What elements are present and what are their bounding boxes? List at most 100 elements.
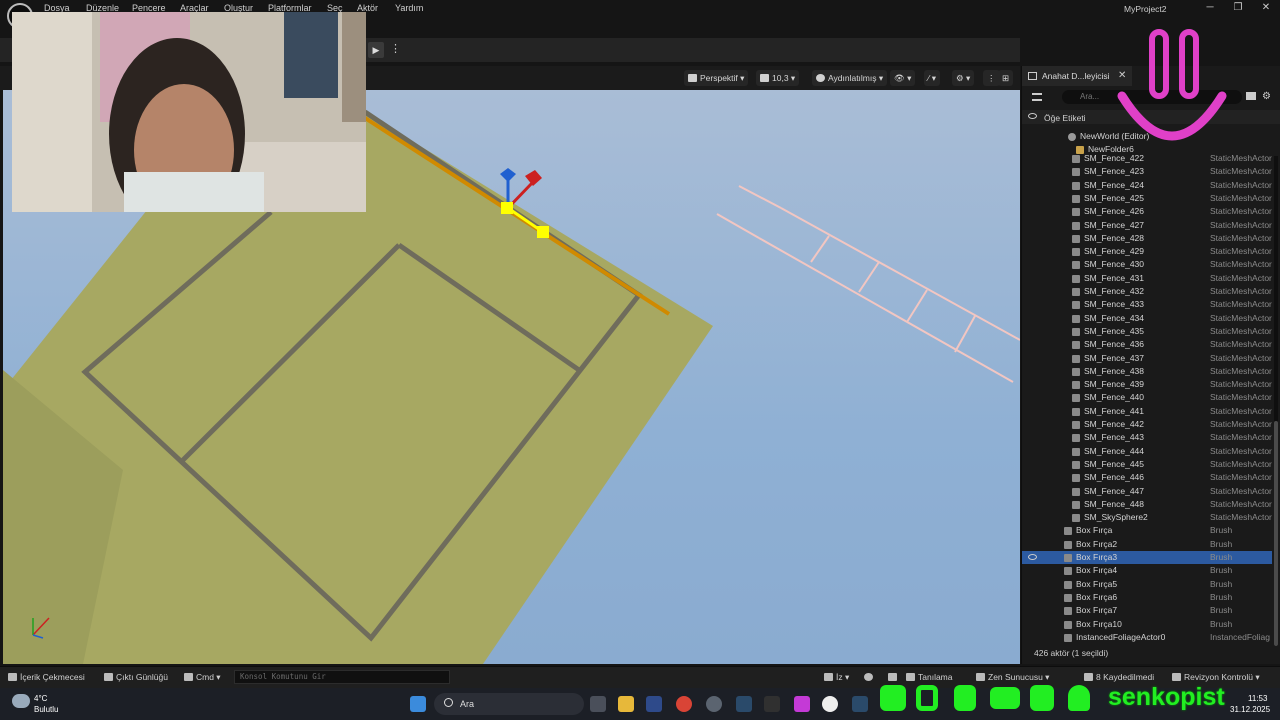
- add-folder-icon[interactable]: [1246, 92, 1256, 100]
- outliner-row[interactable]: Box Fırça2 Brush: [1022, 538, 1272, 551]
- outliner-row[interactable]: SM_Fence_439 StaticMeshActor: [1022, 378, 1272, 391]
- outliner-row[interactable]: SM_Fence_430 StaticMeshActor: [1022, 258, 1272, 271]
- mail-icon[interactable]: [646, 696, 662, 712]
- like-icon: [1030, 685, 1054, 711]
- viewport-layout-icon[interactable]: ⊞: [998, 70, 1014, 86]
- chrome-icon[interactable]: [676, 696, 692, 712]
- task-view-icon[interactable]: [590, 696, 606, 712]
- outliner-row-type: StaticMeshActor: [1210, 419, 1272, 429]
- show-flags-dropdown[interactable]: 👁 ▾: [890, 70, 916, 86]
- instagram-icon: [880, 685, 906, 711]
- outliner-row[interactable]: Box Fırça6 Brush: [1022, 591, 1272, 604]
- outliner-row[interactable]: SM_Fence_438 StaticMeshActor: [1022, 365, 1272, 378]
- outliner-row[interactable]: InstancedFoliageActor0 InstancedFoliag: [1022, 631, 1272, 644]
- outliner-row[interactable]: SM_Fence_433 StaticMeshActor: [1022, 298, 1272, 311]
- minimize-button[interactable]: ─: [1203, 2, 1217, 14]
- static-mesh-icon: [1072, 314, 1080, 323]
- revision-control-dropdown[interactable]: Revizyon Kontrolü ▾: [1172, 672, 1260, 683]
- cmd-dropdown[interactable]: Cmd ▾: [184, 672, 221, 683]
- static-mesh-icon: [1072, 381, 1080, 390]
- steam-icon[interactable]: [736, 696, 752, 712]
- outliner-row[interactable]: SM_Fence_425 StaticMeshActor: [1022, 192, 1272, 205]
- outliner-row[interactable]: SM_Fence_424 StaticMeshActor: [1022, 179, 1272, 192]
- outliner-row[interactable]: SM_Fence_443 StaticMeshActor: [1022, 431, 1272, 444]
- derived-data-button[interactable]: Tanılama: [906, 672, 953, 682]
- outliner-row[interactable]: Box Fırça Brush: [1022, 524, 1272, 537]
- lighting-dropdown[interactable]: Aydınlatılmış ▾: [812, 70, 888, 86]
- outliner-row[interactable]: SM_Fence_426 StaticMeshActor: [1022, 205, 1272, 218]
- weather-description: Bulutlu: [34, 705, 59, 714]
- outliner-row[interactable]: SM_Fence_432 StaticMeshActor: [1022, 285, 1272, 298]
- play-button[interactable]: ▶: [368, 42, 384, 58]
- static-mesh-icon: [1072, 434, 1080, 443]
- viewport-settings-dropdown[interactable]: ⚙ ▾: [952, 70, 975, 86]
- epic-games-icon[interactable]: [764, 696, 780, 712]
- static-mesh-icon: [1072, 514, 1080, 523]
- outliner-row[interactable]: SM_Fence_427 StaticMeshActor: [1022, 219, 1272, 232]
- filter-icon[interactable]: [1032, 93, 1042, 101]
- unreal-taskbar-icon[interactable]: [822, 696, 838, 712]
- unsaved-label: 8 Kaydedilmedi: [1096, 672, 1155, 682]
- outliner-row[interactable]: SM_Fence_447 StaticMeshActor: [1022, 485, 1272, 498]
- outliner-row-type: StaticMeshActor: [1210, 365, 1272, 376]
- console-command-input[interactable]: Konsol Komutunu Gir: [234, 670, 450, 684]
- outliner-row-type: StaticMeshActor: [1210, 232, 1272, 243]
- trace-dropdown[interactable]: İz ▾: [824, 672, 849, 683]
- outliner-row[interactable]: Box Fırça5 Brush: [1022, 578, 1272, 591]
- broadcast-icon[interactable]: [888, 672, 900, 682]
- visibility-eye-icon[interactable]: [1028, 554, 1037, 560]
- play-options-icon[interactable]: ⋮: [390, 42, 401, 55]
- outliner-row[interactable]: SM_SkySphere2 StaticMeshActor: [1022, 511, 1272, 524]
- outliner-row[interactable]: SM_Fence_446 StaticMeshActor: [1022, 471, 1272, 484]
- outliner-row-label: Box Fırça2: [1076, 538, 1118, 549]
- bell-icon: [1068, 685, 1090, 711]
- clock-date[interactable]: 31.12.2025: [1230, 705, 1270, 714]
- maximize-button[interactable]: ❐: [1231, 2, 1245, 14]
- perspective-dropdown[interactable]: Perspektif ▾: [684, 70, 749, 86]
- outliner-row[interactable]: SM_Fence_428 StaticMeshActor: [1022, 232, 1272, 245]
- outliner-row-type: StaticMeshActor: [1210, 192, 1272, 203]
- outliner-row[interactable]: SM_Fence_423 StaticMeshActor: [1022, 165, 1272, 178]
- close-window-button[interactable]: ✕: [1259, 2, 1273, 14]
- fov-icon: [760, 74, 769, 82]
- menu-help[interactable]: Yardım: [395, 3, 423, 13]
- content-drawer-button[interactable]: İçerik Çekmecesi: [8, 672, 85, 682]
- outliner-row[interactable]: SM_Fence_444 StaticMeshActor: [1022, 445, 1272, 458]
- outliner-row[interactable]: SM_Fence_437 StaticMeshActor: [1022, 352, 1272, 365]
- weather-icon[interactable]: [12, 694, 30, 708]
- outliner-row[interactable]: SM_Fence_431 StaticMeshActor: [1022, 272, 1272, 285]
- output-log-button[interactable]: Çıktı Günlüğü: [104, 672, 168, 682]
- static-mesh-icon: [1072, 288, 1080, 296]
- outliner-row[interactable]: SM_Fence_445 StaticMeshActor: [1022, 458, 1272, 471]
- github-icon[interactable]: [706, 696, 722, 712]
- record-icon[interactable]: [864, 672, 876, 682]
- outliner-row[interactable]: SM_Fence_436 StaticMeshActor: [1022, 338, 1272, 351]
- outliner-row[interactable]: SM_Fence_434 StaticMeshActor: [1022, 312, 1272, 325]
- snap-dropdown[interactable]: ⁄ ▾: [924, 70, 941, 86]
- outliner-row[interactable]: SM_Fence_442 StaticMeshActor: [1022, 418, 1272, 431]
- zen-server-dropdown[interactable]: Zen Sunucusu ▾: [976, 672, 1049, 683]
- outliner-scroll-thumb[interactable]: [1274, 421, 1278, 646]
- taskbar-search[interactable]: [434, 693, 584, 715]
- outliner-row[interactable]: SM_Fence_435 StaticMeshActor: [1022, 325, 1272, 338]
- item-label-column[interactable]: Öğe Etiketi: [1044, 113, 1086, 123]
- outliner-row[interactable]: Box Fırça4 Brush: [1022, 564, 1272, 577]
- outliner-row[interactable]: SM_Fence_441 StaticMeshActor: [1022, 405, 1272, 418]
- outliner-row[interactable]: SM_Fence_448 StaticMeshActor: [1022, 498, 1272, 511]
- outliner-row[interactable]: SM_Fence_429 StaticMeshActor: [1022, 245, 1272, 258]
- static-mesh-icon: [1072, 248, 1080, 257]
- windows-start-icon[interactable]: [410, 696, 426, 712]
- outliner-settings-icon[interactable]: ⚙: [1262, 91, 1271, 102]
- app-icon[interactable]: [794, 696, 810, 712]
- static-mesh-icon: [1072, 487, 1080, 496]
- outliner-row-label: SM_Fence_442: [1084, 419, 1145, 429]
- unsaved-button[interactable]: 8 Kaydedilmedi: [1084, 672, 1154, 682]
- clock-time[interactable]: 11:53: [1248, 694, 1267, 703]
- fov-dropdown[interactable]: 10,3 ▾: [756, 70, 800, 86]
- outliner-row[interactable]: Box Fırça3 Brush: [1022, 551, 1272, 564]
- outliner-row[interactable]: Box Fırça7 Brush: [1022, 604, 1272, 617]
- file-explorer-icon[interactable]: [618, 696, 634, 712]
- outliner-row[interactable]: Box Fırça10 Brush: [1022, 618, 1272, 631]
- outliner-row[interactable]: SM_Fence_440 StaticMeshActor: [1022, 391, 1272, 404]
- steam-taskbar-icon[interactable]: [852, 696, 868, 712]
